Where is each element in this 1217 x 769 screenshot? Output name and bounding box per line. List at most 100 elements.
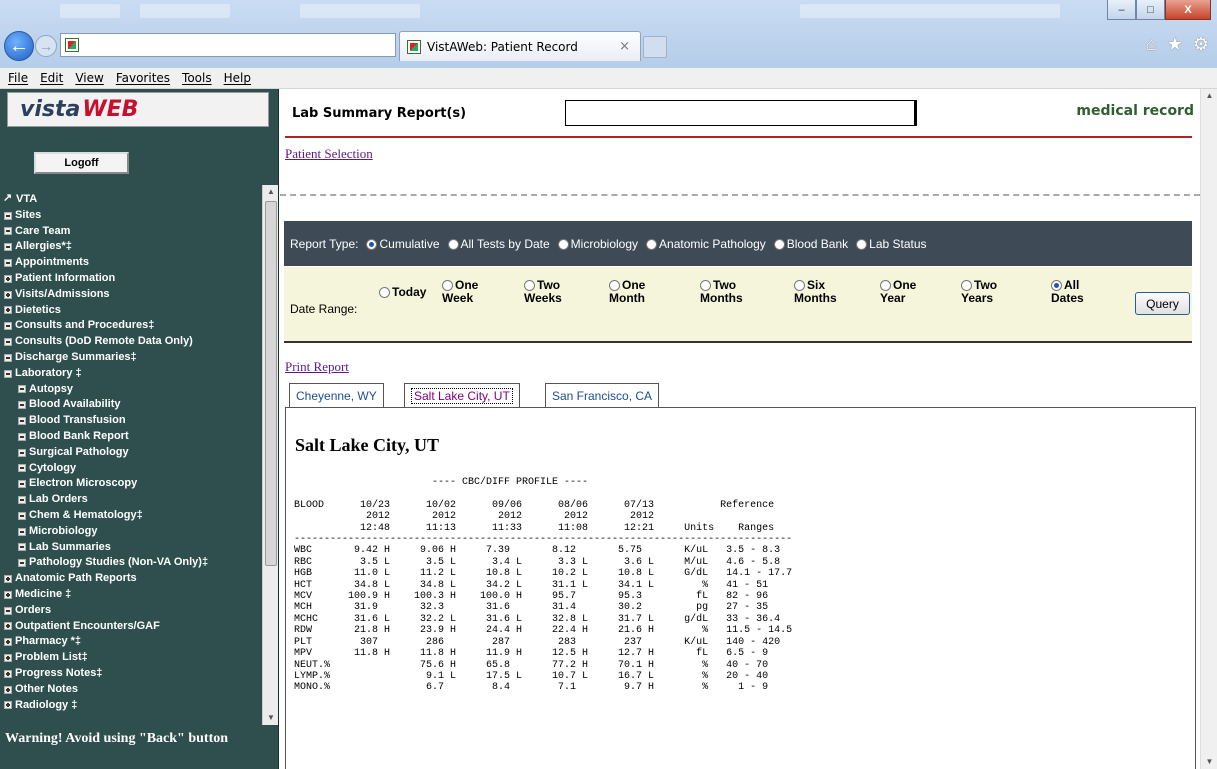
back-arrow-icon[interactable]: ← <box>4 31 34 61</box>
sidebar-item[interactable]: Orders <box>0 603 262 619</box>
scroll-down-icon[interactable]: ▼ <box>263 711 279 725</box>
sidebar-item[interactable]: Visits/Admissions <box>0 287 262 303</box>
sidebar-item[interactable]: Surgical Pathology <box>0 445 262 461</box>
page-scroll-down-icon[interactable]: ▼ <box>1201 755 1217 769</box>
date-range-option[interactable]: Two Weeks <box>524 279 594 305</box>
radio-button[interactable] <box>447 238 459 250</box>
tab-title: VistAWeb: Patient Record <box>427 39 578 54</box>
tab-close-icon[interactable]: × <box>619 39 630 54</box>
date-range-option[interactable]: Today <box>379 286 449 299</box>
new-tab-button[interactable] <box>643 36 667 58</box>
sidebar-item[interactable]: Pathology Studies (Non-VA Only)‡ <box>0 555 262 571</box>
date-range-option[interactable]: One Week <box>442 279 512 305</box>
menu-file[interactable]: File <box>8 71 28 85</box>
date-range-option[interactable]: One Month <box>609 279 679 305</box>
sidebar-item[interactable]: Electron Microscopy <box>0 476 262 492</box>
scrollbar-thumb[interactable] <box>265 201 277 566</box>
menu-help[interactable]: Help <box>224 71 251 85</box>
sidebar-item[interactable]: Blood Availability <box>0 397 262 413</box>
favorites-star-icon[interactable]: ★ <box>1167 34 1183 55</box>
radio-button[interactable] <box>524 280 535 292</box>
sidebar-item[interactable]: Lab Orders <box>0 492 262 508</box>
sidebar-item[interactable]: Consults and Procedures‡ <box>0 318 262 334</box>
radio-button[interactable] <box>379 287 390 299</box>
settings-gear-icon[interactable]: ⚙ <box>1193 34 1209 55</box>
radio-button[interactable] <box>700 280 711 292</box>
sidebar-item[interactable]: Laboratory ‡ <box>0 366 262 382</box>
radio-button[interactable] <box>557 238 569 250</box>
sidebar-item[interactable]: Blood Bank Report <box>0 429 262 445</box>
menu-edit[interactable]: Edit <box>40 71 63 85</box>
radio-button[interactable] <box>794 280 805 292</box>
radio-button[interactable] <box>773 238 785 250</box>
close-window-button[interactable]: X <box>1165 0 1211 20</box>
menu-tools[interactable]: Tools <box>182 71 212 85</box>
report-type-option[interactable]: Microbiology <box>557 237 638 251</box>
date-range-option[interactable]: All Dates <box>1051 279 1121 305</box>
print-report-link[interactable]: Print Report <box>285 359 349 375</box>
report-type-option[interactable]: Anatomic Pathology <box>646 237 766 251</box>
sidebar-item[interactable]: Outpatient Encounters/GAF <box>0 619 262 635</box>
report-type-option[interactable]: Blood Bank <box>773 237 848 251</box>
menu-view[interactable]: View <box>75 71 103 85</box>
radio-button[interactable] <box>442 280 453 292</box>
sidebar-item[interactable]: Medicine ‡ <box>0 587 262 603</box>
date-range-option[interactable]: Two Months <box>700 279 770 305</box>
radio-button[interactable] <box>856 238 868 250</box>
tab-salt-lake-city-ut[interactable]: Salt Lake City, UT <box>404 383 520 408</box>
logoff-button[interactable]: Logoff <box>34 152 129 174</box>
report-type-option[interactable]: Cumulative <box>366 237 440 251</box>
sidebar-item[interactable]: Anatomic Path Reports <box>0 571 262 587</box>
sidebar-item[interactable]: Patient Information <box>0 271 262 287</box>
date-range-option[interactable]: Two Years <box>961 279 1031 305</box>
report-type-option[interactable]: All Tests by Date <box>447 237 550 251</box>
sidebar-item[interactable]: Progress Notes‡ <box>0 666 262 682</box>
sidebar-item[interactable]: Pharmacy *‡ <box>0 634 262 650</box>
page-scrollbar[interactable]: ▲ ▼ <box>1200 89 1217 769</box>
menu-favorites[interactable]: Favorites <box>116 71 170 85</box>
minimize-button[interactable]: – <box>1107 0 1136 20</box>
sidebar-item[interactable]: Appointments <box>0 255 262 271</box>
radio-button[interactable] <box>646 238 658 250</box>
sidebar-item[interactable]: Problem List‡ <box>0 650 262 666</box>
browser-tab[interactable]: VistAWeb: Patient Record × <box>399 31 641 61</box>
forward-arrow-icon[interactable]: → <box>35 35 57 57</box>
sidebar-item[interactable]: Chem & Hematology‡ <box>0 508 262 524</box>
home-icon[interactable]: ⌂ <box>1146 34 1157 55</box>
address-bar[interactable] <box>60 33 396 57</box>
sidebar-item[interactable]: Autopsy <box>0 382 262 398</box>
date-range-option[interactable]: One Year <box>880 279 950 305</box>
query-button[interactable]: Query <box>1135 292 1190 315</box>
radio-button[interactable] <box>880 280 891 292</box>
expand-box-icon <box>4 274 12 283</box>
sidebar-item[interactable]: Consults (DoD Remote Data Only) <box>0 334 262 350</box>
sidebar-item[interactable]: Cytology <box>0 461 262 477</box>
tab-san-francisco-ca[interactable]: San Francisco, CA <box>545 383 660 408</box>
menu-bar: File Edit View Favorites Tools Help <box>0 68 1217 89</box>
sidebar-item[interactable]: Radiology ‡ <box>0 698 262 714</box>
sidebar-scrollbar[interactable]: ▲ ▼ <box>262 185 278 725</box>
sidebar-item-label: Progress Notes‡ <box>15 666 103 679</box>
report-type-option[interactable]: Lab Status <box>856 237 927 251</box>
sidebar-item[interactable]: VTA <box>0 191 262 208</box>
radio-button[interactable] <box>1051 280 1062 292</box>
sidebar-item[interactable]: Dietetics <box>0 303 262 319</box>
sidebar-item[interactable]: Allergies*‡ <box>0 239 262 255</box>
sidebar-item[interactable]: Sites <box>0 208 262 224</box>
sidebar-item[interactable]: Other Notes <box>0 682 262 698</box>
radio-button[interactable] <box>366 238 378 250</box>
sidebar-item[interactable]: Microbiology <box>0 524 262 540</box>
tab-cheyenne-wy[interactable]: Cheyenne, WY <box>289 383 384 408</box>
sidebar-item[interactable]: Lab Summaries <box>0 540 262 556</box>
patient-selection-link[interactable]: Patient Selection <box>285 146 373 162</box>
sidebar-item[interactable]: Care Team <box>0 224 262 240</box>
maximize-button[interactable]: □ <box>1136 0 1165 20</box>
collapse-box-icon <box>18 496 26 505</box>
sidebar-item[interactable]: Blood Transfusion <box>0 413 262 429</box>
page-scroll-up-icon[interactable]: ▲ <box>1201 89 1217 103</box>
radio-button[interactable] <box>609 280 620 292</box>
date-range-option[interactable]: Six Months <box>794 279 864 305</box>
sidebar-item[interactable]: Discharge Summaries‡ <box>0 350 262 366</box>
scroll-up-icon[interactable]: ▲ <box>263 185 279 199</box>
radio-button[interactable] <box>961 280 972 292</box>
